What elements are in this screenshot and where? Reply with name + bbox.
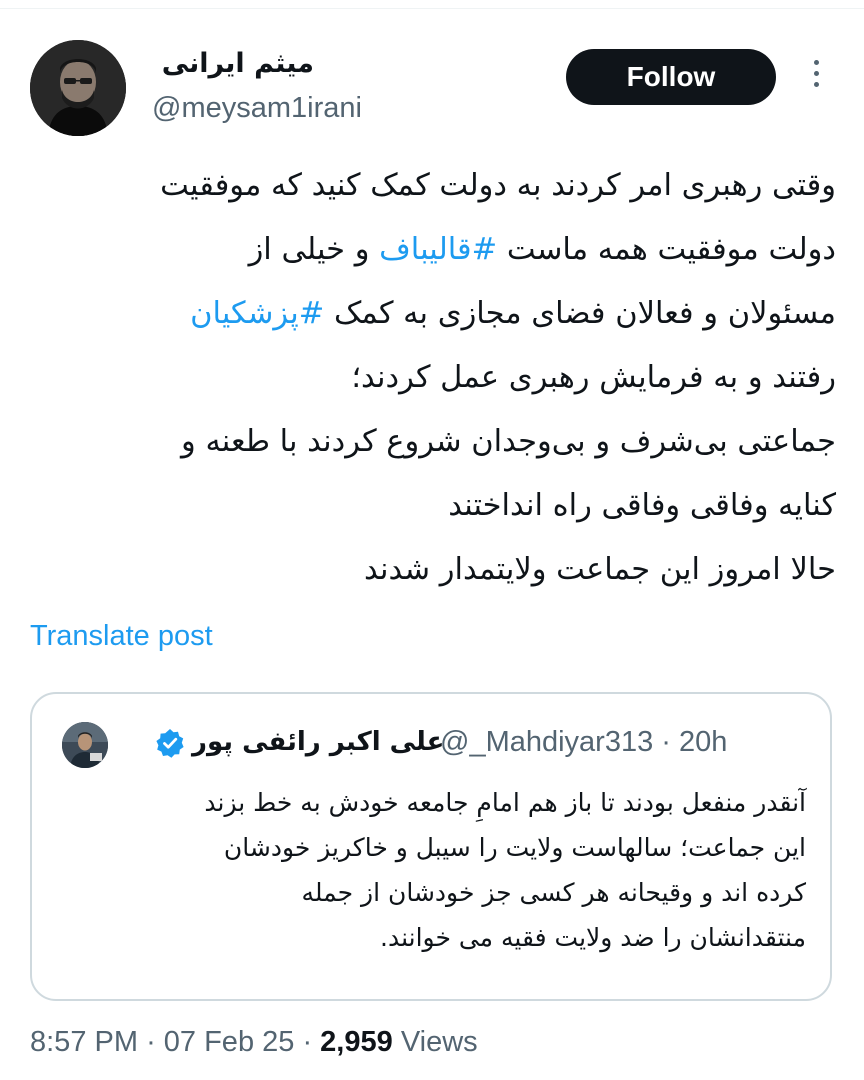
- tweet-text-segment: مسئولان و فعالان فضای مجازی به کمک: [324, 296, 836, 331]
- tweet-text-line: جماعتی بی‌شرف و بی‌وجدان شروع کردند با ط…: [24, 410, 836, 474]
- quote-text-line: منتقدانشان را ضد ولایت فقیه می خوانند.: [380, 923, 806, 952]
- translate-post-link[interactable]: Translate post: [30, 616, 213, 656]
- tweet-text-segment: وقتی رهبری امر کردند به دولت کمک کنید که…: [160, 168, 836, 203]
- quote-text: آنقدر منفعل بودند تا باز هم امامِ جامعه …: [56, 780, 806, 960]
- tweet-meta: 8:57 PM · 07 Feb 25 · 2,959 Views: [30, 1022, 478, 1062]
- tweet-text-line: مسئولان و فعالان فضای مجازی به کمک #پزشک…: [24, 282, 836, 346]
- tweet-text-line: دولت موفقیت همه ماست #قالیباف و خیلی از: [24, 218, 836, 282]
- tweet-text: وقتی رهبری امر کردند به دولت کمک کنید که…: [24, 154, 836, 602]
- tweet-text-line: وقتی رهبری امر کردند به دولت کمک کنید که…: [24, 154, 836, 218]
- tweet-text-segment: و خیلی از: [248, 232, 380, 267]
- meta-separator: ·: [146, 1026, 164, 1058]
- tweet-text-segment: جماعتی بی‌شرف و بی‌وجدان شروع کردند با ط…: [181, 424, 836, 459]
- quote-text-line: آنقدر منفعل بودند تا باز هم امامِ جامعه …: [204, 788, 806, 817]
- tweet-text-segment: حالا امروز این جماعت ولایتمدار شدند: [364, 552, 836, 587]
- tweet-time[interactable]: 8:57 PM: [30, 1026, 138, 1058]
- follow-button[interactable]: Follow: [566, 49, 776, 105]
- author-display-name[interactable]: میثم ایرانی: [154, 44, 314, 84]
- author-avatar[interactable]: [30, 40, 126, 136]
- tweet-text-segment: کنایه وفاقی وفاقی راه انداختند: [448, 488, 836, 523]
- quote-author-name[interactable]: علی اکبر رائفی پور: [192, 722, 444, 762]
- meta-separator: ·: [302, 1026, 321, 1058]
- hashtag-link[interactable]: #پزشکیان: [190, 296, 324, 331]
- tweet-text-line: کنایه وفاقی وفاقی راه انداختند: [24, 474, 836, 538]
- views-label: Views: [400, 1026, 478, 1058]
- views-count: 2,959: [320, 1026, 393, 1058]
- hashtag-link[interactable]: #قالیباف: [379, 232, 497, 267]
- more-options-icon[interactable]: [806, 60, 826, 96]
- author-handle[interactable]: @meysam1irani: [152, 88, 362, 128]
- tweet-text-segment: دولت موفقیت همه ماست: [497, 232, 836, 267]
- quote-author-handle-time[interactable]: @_Mahdiyar313 · 20h: [440, 722, 727, 762]
- quoted-tweet-card[interactable]: علی اکبر رائفی پور @_Mahdiyar313 · 20h آ…: [30, 692, 832, 1001]
- quote-text-line: این جماعت؛ سالهاست ولایت را سیبل و خاکری…: [223, 833, 806, 862]
- quote-text-line: کرده اند و وقیحانه هر کسی جز خودشان از ج…: [301, 878, 806, 907]
- quote-author-avatar[interactable]: [62, 722, 108, 768]
- tweet-text-segment: رفتند و به فرمایش رهبری عمل کردند؛: [351, 360, 836, 395]
- top-divider: [0, 8, 864, 9]
- tweet-date[interactable]: 07 Feb 25: [164, 1026, 295, 1058]
- tweet-text-line: حالا امروز این جماعت ولایتمدار شدند: [24, 538, 836, 602]
- tweet-text-line: رفتند و به فرمایش رهبری عمل کردند؛: [24, 346, 836, 410]
- verified-badge-icon: [154, 727, 186, 759]
